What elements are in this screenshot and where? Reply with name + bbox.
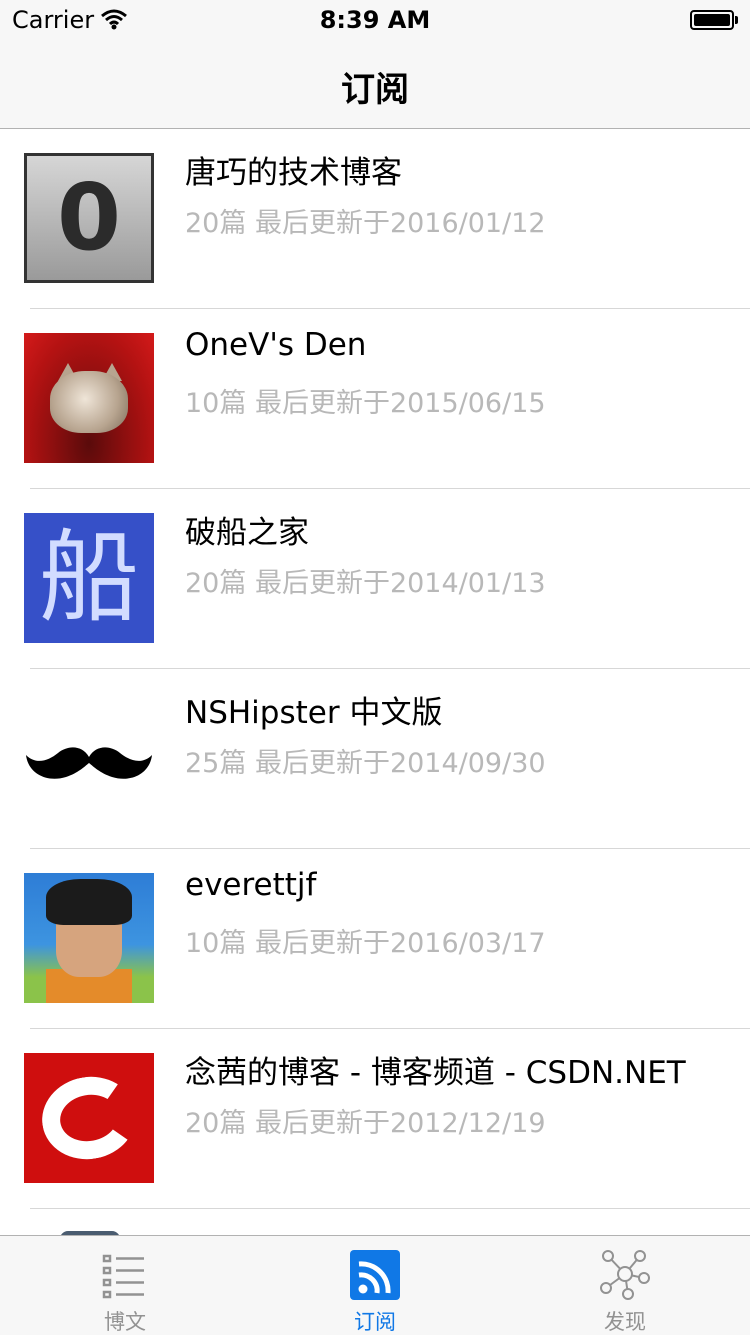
feed-row-tangqiao[interactable]: 0 唐巧的技术博客 20篇 最后更新于2016/01/12 xyxy=(0,129,750,309)
tab-label: 博文 xyxy=(104,1310,146,1334)
feed-subtitle: 10篇 最后更新于2016/03/17 xyxy=(185,928,546,959)
feed-avatar-cat-photo xyxy=(24,333,154,463)
feed-title: NSHipster 中文版 xyxy=(185,695,443,731)
feed-subtitle: 10篇 最后更新于2015/06/15 xyxy=(185,388,546,419)
feed-title: everettjf xyxy=(185,867,317,903)
feed-title: OneV's Den xyxy=(185,327,367,363)
feed-avatar-pixel-person xyxy=(24,873,154,1003)
feed-title: 唐巧的技术博客 xyxy=(185,155,402,191)
status-bar: Carrier 8:39 AM xyxy=(0,0,750,40)
feed-row-csdn[interactable]: 念茜的博客 - 博客频道 - CSDN.NET 20篇 最后更新于2012/12… xyxy=(0,1029,750,1209)
tab-label: 订阅 xyxy=(354,1310,396,1334)
page-title: 订阅 xyxy=(341,70,409,110)
feed-subtitle: 20篇 最后更新于2012/12/19 xyxy=(185,1108,546,1139)
feed-row-pochuan[interactable]: 船 破船之家 20篇 最后更新于2014/01/13 xyxy=(0,489,750,669)
navigation-bar: 订阅 xyxy=(0,40,750,129)
feed-row-nshipster[interactable]: NSHipster 中文版 25篇 最后更新于2014/09/30 xyxy=(0,669,750,849)
rss-icon xyxy=(350,1250,400,1300)
network-icon xyxy=(600,1250,650,1300)
feed-list[interactable]: 0 唐巧的技术博客 20篇 最后更新于2016/01/12 OneV's Den… xyxy=(0,129,750,1235)
tab-subscriptions[interactable]: 订阅 xyxy=(250,1236,500,1335)
list-icon xyxy=(102,1254,144,1299)
tab-label: 发现 xyxy=(604,1310,646,1334)
tab-discover[interactable]: 发现 xyxy=(500,1236,750,1335)
feed-row-onev[interactable]: OneV's Den 10篇 最后更新于2015/06/15 xyxy=(0,309,750,489)
feed-avatar-ship-logo: 船 xyxy=(24,513,154,643)
tab-bar: 博文 订阅 发现 xyxy=(0,1235,750,1335)
tab-posts[interactable]: 博文 xyxy=(0,1236,250,1335)
feed-subtitle: 20篇 最后更新于2016/01/12 xyxy=(185,208,546,239)
clock: 8:39 AM xyxy=(319,6,431,34)
feed-subtitle: 20篇 最后更新于2014/01/13 xyxy=(185,568,546,599)
feed-subtitle: 25篇 最后更新于2014/09/30 xyxy=(185,748,546,779)
feed-title: 念茜的博客 - 博客频道 - CSDN.NET xyxy=(185,1055,686,1091)
feed-row-everettjf[interactable]: everettjf 10篇 最后更新于2016/03/17 xyxy=(0,849,750,1029)
feed-avatar-csdn-logo xyxy=(24,1053,154,1183)
feed-avatar-zero-logo: 0 xyxy=(24,153,154,283)
feed-row-partial[interactable] xyxy=(0,1209,750,1235)
feed-title: 破船之家 xyxy=(185,515,309,551)
battery-icon xyxy=(690,10,738,30)
feed-avatar-mustache-logo xyxy=(24,693,154,823)
